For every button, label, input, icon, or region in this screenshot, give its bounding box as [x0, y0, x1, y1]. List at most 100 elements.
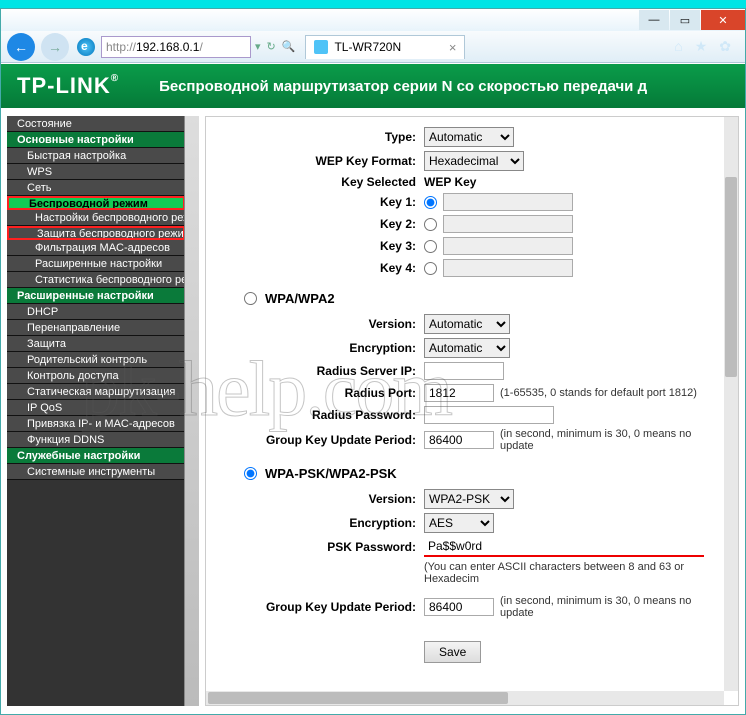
key2-radio[interactable]	[424, 218, 437, 231]
key2-input[interactable]	[443, 215, 573, 233]
psk-mode-radio[interactable]	[244, 467, 257, 480]
menu-access-control[interactable]: Контроль доступа	[7, 368, 185, 384]
sidebar-scrollbar[interactable]	[186, 136, 198, 436]
wpa-version-select[interactable]: Automatic	[424, 314, 510, 334]
menu-status[interactable]: Состояние	[7, 116, 185, 132]
radius-port-label: Radius Port:	[214, 386, 424, 400]
type-select[interactable]: Automatic	[424, 127, 514, 147]
radius-pw-input[interactable]	[424, 406, 554, 424]
psk-encryption-select[interactable]: AES	[424, 513, 494, 533]
address-bar[interactable]: http://192.168.0.1/	[101, 36, 251, 58]
wepfmt-select[interactable]: Hexadecimal	[424, 151, 524, 171]
ie-icon	[77, 38, 95, 56]
banner-title: Беспроводной маршрутизатор серии N со ск…	[159, 78, 647, 95]
wpa-encryption-label: Encryption:	[214, 341, 424, 355]
menu-dhcp[interactable]: DHCP	[7, 304, 185, 320]
wpa-version-label: Version:	[214, 317, 424, 331]
menu-network[interactable]: Сеть	[7, 180, 185, 196]
refresh-icon[interactable]: ↻	[267, 40, 276, 53]
nav-forward-button[interactable]: →	[41, 33, 69, 61]
wepfmt-label: WEP Key Format:	[214, 154, 424, 168]
key1-radio[interactable]	[424, 196, 437, 209]
wpa-heading: WPA/WPA2	[265, 291, 335, 306]
psk-password-label: PSK Password:	[214, 540, 424, 554]
window-titlebar: — ▭ ✕	[1, 9, 745, 31]
menu-ipqos[interactable]: IP QoS	[7, 400, 185, 416]
wpa-gkup-label: Group Key Update Period:	[214, 433, 424, 447]
psk-password-input[interactable]	[424, 537, 704, 555]
key1-label: Key 1:	[214, 195, 424, 209]
menu-system-tools[interactable]: Системные инструменты	[7, 464, 185, 480]
radius-ip-input[interactable]	[424, 362, 504, 380]
menu-forwarding[interactable]: Перенаправление	[7, 320, 185, 336]
menu-ddns[interactable]: Функция DDNS	[7, 432, 185, 448]
menu-ip-mac-binding[interactable]: Привязка IP- и MAC-адресов	[7, 416, 185, 432]
content-hscroll-thumb[interactable]	[208, 692, 508, 704]
url-protocol: http://	[106, 40, 136, 54]
menu-service-header[interactable]: Служебные настройки	[7, 448, 185, 464]
psk-heading: WPA-PSK/WPA2-PSK	[265, 466, 397, 481]
psk-version-label: Version:	[214, 492, 424, 506]
menu-advanced-header[interactable]: Расширенные настройки	[7, 288, 185, 304]
content-vscrollbar[interactable]	[724, 117, 738, 691]
nav-back-button[interactable]: ←	[7, 33, 35, 61]
key2-label: Key 2:	[214, 217, 424, 231]
radius-port-input[interactable]	[424, 384, 494, 402]
browser-window: — ▭ ✕ ← → http://192.168.0.1/ ▾ ↻ 🔍 TL-W…	[0, 8, 746, 715]
browser-tab[interactable]: TL-WR720N ×	[305, 35, 465, 59]
tools-icon[interactable]: ✿	[719, 38, 731, 55]
wpa-gkup-input[interactable]	[424, 431, 494, 449]
psk-password-note: (You can enter ASCII characters between …	[424, 561, 716, 585]
key4-label: Key 4:	[214, 261, 424, 275]
radius-port-note: (1-65535, 0 stands for default port 1812…	[500, 387, 697, 399]
psk-version-select[interactable]: WPA2-PSK	[424, 489, 514, 509]
wepkey-header: WEP Key	[424, 175, 476, 189]
menu-static-routing[interactable]: Статическая маршрутизация	[7, 384, 185, 400]
tab-favicon-icon	[314, 40, 328, 54]
dropdown-icon[interactable]: ▾	[255, 40, 261, 53]
router-banner: TP-LINK® Беспроводной маршрутизатор сери…	[1, 64, 745, 108]
content-panel: Type: Automatic WEP Key Format: Hexadeci…	[205, 116, 739, 706]
content-vscroll-thumb[interactable]	[725, 177, 737, 377]
window-maximize-button[interactable]: ▭	[670, 10, 700, 30]
key4-radio[interactable]	[424, 262, 437, 275]
menu-basic-header[interactable]: Основные настройки	[7, 132, 185, 148]
key1-input[interactable]	[443, 193, 573, 211]
type-label: Type:	[214, 130, 424, 144]
window-close-button[interactable]: ✕	[701, 10, 745, 30]
psk-gkup-input[interactable]	[424, 598, 494, 616]
wpa-mode-radio[interactable]	[244, 292, 257, 305]
radius-pw-label: Radius Password:	[214, 408, 424, 422]
content-hscrollbar[interactable]	[206, 691, 724, 705]
tab-strip: TL-WR720N ×	[305, 35, 465, 59]
home-icon[interactable]: ⌂	[674, 38, 682, 55]
menu-wireless[interactable]: Беспроводной режим	[7, 196, 185, 210]
navbar-right: ⌂ ★ ✿	[674, 38, 745, 55]
key3-input[interactable]	[443, 237, 573, 255]
save-button[interactable]: Save	[424, 641, 481, 663]
favorites-icon[interactable]: ★	[695, 38, 708, 55]
menu-wireless-security[interactable]: Защита беспроводного режим	[7, 226, 185, 240]
search-icon[interactable]: 🔍	[282, 40, 296, 53]
sidebar: Состояние Основные настройки Быстрая нас…	[7, 116, 199, 706]
menu-wps[interactable]: WPS	[7, 164, 185, 180]
menu-quick-setup[interactable]: Быстрая настройка	[7, 148, 185, 164]
wpa-encryption-select[interactable]: Automatic	[424, 338, 510, 358]
window-minimize-button[interactable]: —	[639, 10, 669, 30]
tab-title: TL-WR720N	[334, 40, 401, 54]
tab-close-icon[interactable]: ×	[449, 40, 457, 55]
menu-mac-filter[interactable]: Фильтрация MAC-адресов	[7, 240, 185, 256]
menu-security[interactable]: Защита	[7, 336, 185, 352]
browser-navbar: ← → http://192.168.0.1/ ▾ ↻ 🔍 TL-WR720N …	[1, 31, 745, 63]
menu-wireless-settings[interactable]: Настройки беспроводного реж	[7, 210, 185, 226]
key3-radio[interactable]	[424, 240, 437, 253]
psk-encryption-label: Encryption:	[214, 516, 424, 530]
url-host: 192.168.0.1	[136, 40, 199, 54]
key4-input[interactable]	[443, 259, 573, 277]
menu-wireless-advanced[interactable]: Расширенные настройки	[7, 256, 185, 272]
sidebar-menu: Состояние Основные настройки Быстрая нас…	[7, 116, 185, 480]
radius-ip-label: Radius Server IP:	[214, 364, 424, 378]
menu-parental[interactable]: Родительский контроль	[7, 352, 185, 368]
menu-wireless-stats[interactable]: Статистика беспроводного ре	[7, 272, 185, 288]
body-area: Состояние Основные настройки Быстрая нас…	[1, 108, 745, 714]
